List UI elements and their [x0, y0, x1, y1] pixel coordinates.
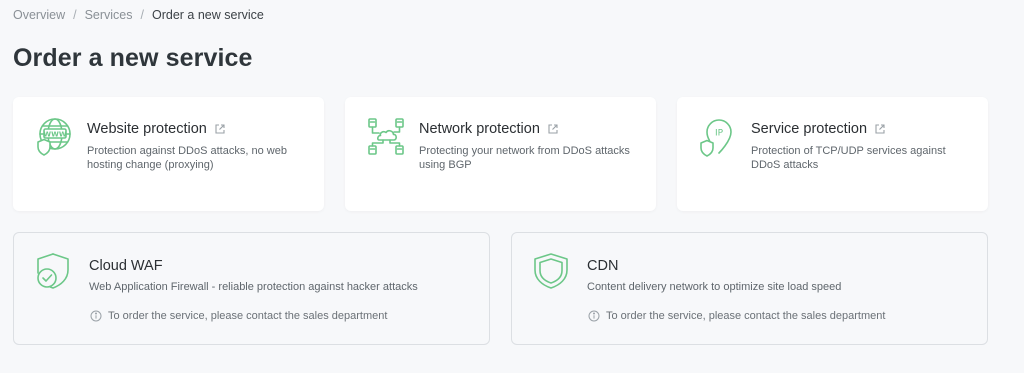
breadcrumb: Overview / Services / Order a new servic… — [13, 8, 264, 22]
service-description: Protection against DDoS attacks, no web … — [87, 145, 287, 171]
svg-text:WWW: WWW — [43, 131, 66, 139]
service-title: Network protection — [419, 121, 540, 137]
info-icon — [588, 310, 600, 322]
globe-shield-icon: WWW — [37, 118, 71, 156]
service-title: Service protection — [751, 121, 868, 137]
breadcrumb-separator: / — [73, 8, 77, 22]
svg-text:IP: IP — [715, 129, 724, 139]
breadcrumb-overview[interactable]: Overview — [13, 8, 65, 22]
breadcrumb-current: Order a new service — [152, 8, 264, 22]
contact-sales-text: To order the service, please contact the… — [108, 310, 388, 322]
network-cloud-icon — [368, 118, 404, 155]
service-title: Cloud WAF — [89, 258, 163, 274]
contact-sales-note: To order the service, please contact the… — [588, 310, 885, 322]
contact-sales-text: To order the service, please contact the… — [606, 310, 886, 322]
page-title: Order a new service — [13, 44, 253, 72]
info-icon — [90, 310, 102, 322]
service-title: Website protection — [87, 121, 207, 137]
service-title: CDN — [587, 258, 619, 274]
contact-sales-note: To order the service, please contact the… — [90, 310, 387, 322]
service-description: Web Application Firewall - reliable prot… — [89, 281, 418, 293]
service-description: Content delivery network to optimize sit… — [587, 281, 842, 293]
breadcrumb-separator: / — [140, 8, 144, 22]
shield-icon — [534, 253, 568, 289]
service-description: Protecting your network from DDoS attack… — [419, 145, 630, 171]
service-card-website-protection[interactable]: WWW Website protection Protection agains… — [13, 97, 324, 211]
service-card-service-protection[interactable]: IP Service protection Protection of TCP/… — [677, 97, 988, 211]
service-description: Protection of TCP/UDP services against D… — [751, 145, 946, 171]
shield-check-icon — [37, 253, 69, 289]
external-link-icon[interactable] — [214, 123, 226, 135]
external-link-icon[interactable] — [874, 123, 886, 135]
ip-shield-icon: IP — [700, 119, 732, 157]
breadcrumb-services[interactable]: Services — [85, 8, 133, 22]
service-card-cdn: CDN Content delivery network to optimize… — [511, 232, 988, 345]
service-card-cloud-waf: Cloud WAF Web Application Firewall - rel… — [13, 232, 490, 345]
service-card-network-protection[interactable]: Network protection Protecting your netwo… — [345, 97, 656, 211]
external-link-icon[interactable] — [547, 123, 559, 135]
